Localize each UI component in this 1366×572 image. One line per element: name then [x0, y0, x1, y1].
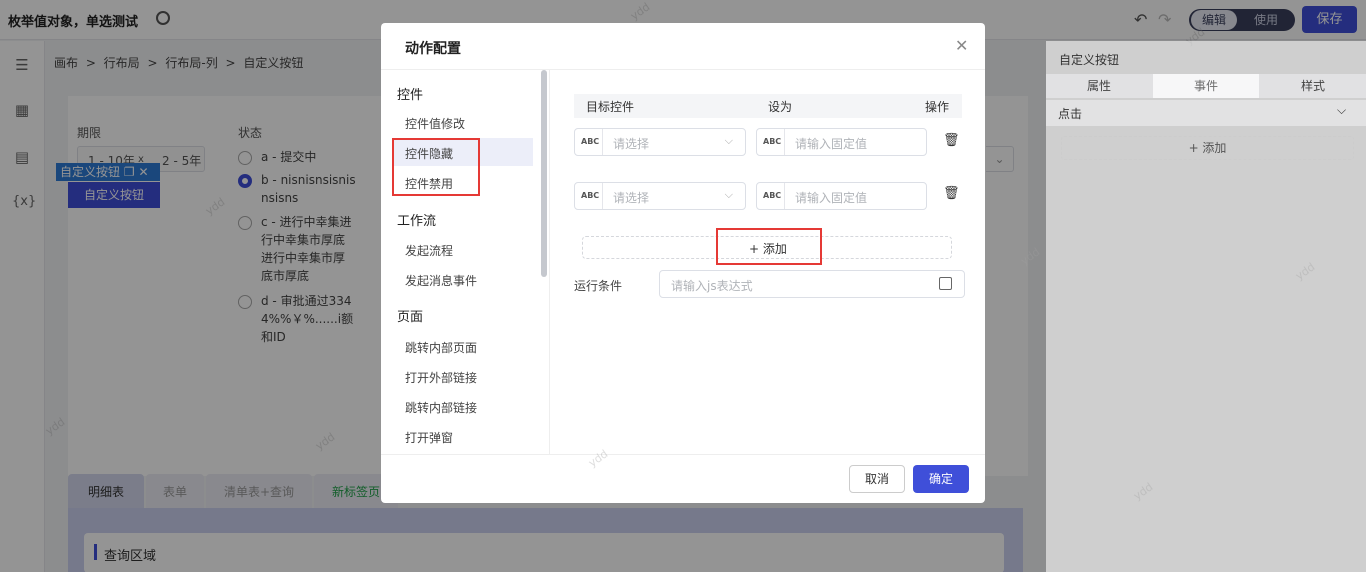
- add-action-button[interactable]: + 添加: [1061, 136, 1354, 160]
- menu-item-internal-link[interactable]: 跳转内部链接: [405, 399, 477, 416]
- menu-group-controls: 控件: [397, 88, 424, 103]
- col-target: 目标控件: [586, 100, 635, 114]
- divider: [381, 69, 985, 70]
- expand-icon[interactable]: [939, 277, 952, 290]
- run-condition-placeholder: 请输入js表达式: [671, 279, 753, 293]
- abc-icon: ABC: [581, 137, 600, 146]
- value-input[interactable]: ABC 请输入固定值: [756, 182, 927, 210]
- chevron-down-icon: ⌵: [724, 188, 733, 201]
- target-control-select[interactable]: ABC 请选择 ⌵: [574, 182, 746, 210]
- menu-item-external-link[interactable]: 打开外部链接: [405, 369, 477, 386]
- abc-icon: ABC: [581, 191, 600, 200]
- menu-item-open-popup[interactable]: 打开弹窗: [405, 429, 453, 446]
- menu-group-workflow: 工作流: [397, 214, 437, 229]
- menu-scrollbar[interactable]: [541, 70, 547, 277]
- select-placeholder: 请选择: [613, 191, 650, 205]
- menu-item-change-value[interactable]: 控件值修改: [405, 115, 465, 132]
- chevron-down-icon: ⌵: [724, 134, 733, 147]
- tab-events[interactable]: 事件: [1153, 74, 1259, 98]
- value-placeholder: 请输入固定值: [795, 191, 868, 205]
- tab-properties[interactable]: 属性: [1046, 74, 1152, 98]
- event-click-label: 点击: [1058, 107, 1083, 121]
- col-op: 操作: [925, 100, 950, 114]
- run-condition-label: 运行条件: [574, 279, 623, 293]
- menu-item-message-event[interactable]: 发起消息事件: [405, 272, 477, 289]
- target-control-select[interactable]: ABC 请选择 ⌵: [574, 128, 746, 156]
- dialog-title: 动作配置: [405, 41, 461, 57]
- col-set: 设为: [768, 100, 793, 114]
- divider: [381, 454, 985, 455]
- select-placeholder: 请选择: [613, 137, 650, 151]
- cancel-button[interactable]: 取消: [849, 465, 905, 493]
- highlight-box: [392, 138, 480, 196]
- confirm-button[interactable]: 确定: [913, 465, 969, 493]
- chevron-down-icon[interactable]: ⌵: [1337, 103, 1346, 118]
- event-click-row[interactable]: [1046, 100, 1366, 126]
- menu-item-internal-page[interactable]: 跳转内部页面: [405, 339, 477, 356]
- abc-icon: ABC: [763, 137, 782, 146]
- menu-group-page: 页面: [397, 310, 424, 325]
- menu-item-start-flow[interactable]: 发起流程: [405, 242, 453, 259]
- divider: [549, 70, 550, 454]
- abc-icon: ABC: [763, 191, 782, 200]
- value-placeholder: 请输入固定值: [795, 137, 868, 151]
- tab-styles[interactable]: 样式: [1260, 74, 1366, 98]
- delete-icon[interactable]: 🗑: [943, 133, 960, 148]
- close-icon[interactable]: ✕: [955, 36, 968, 55]
- highlight-box: [716, 228, 822, 265]
- value-input[interactable]: ABC 请输入固定值: [756, 128, 927, 156]
- right-panel-title: 自定义按钮: [1059, 53, 1120, 67]
- tab-events-label: 事件: [1193, 79, 1218, 93]
- delete-icon[interactable]: 🗑: [943, 186, 960, 201]
